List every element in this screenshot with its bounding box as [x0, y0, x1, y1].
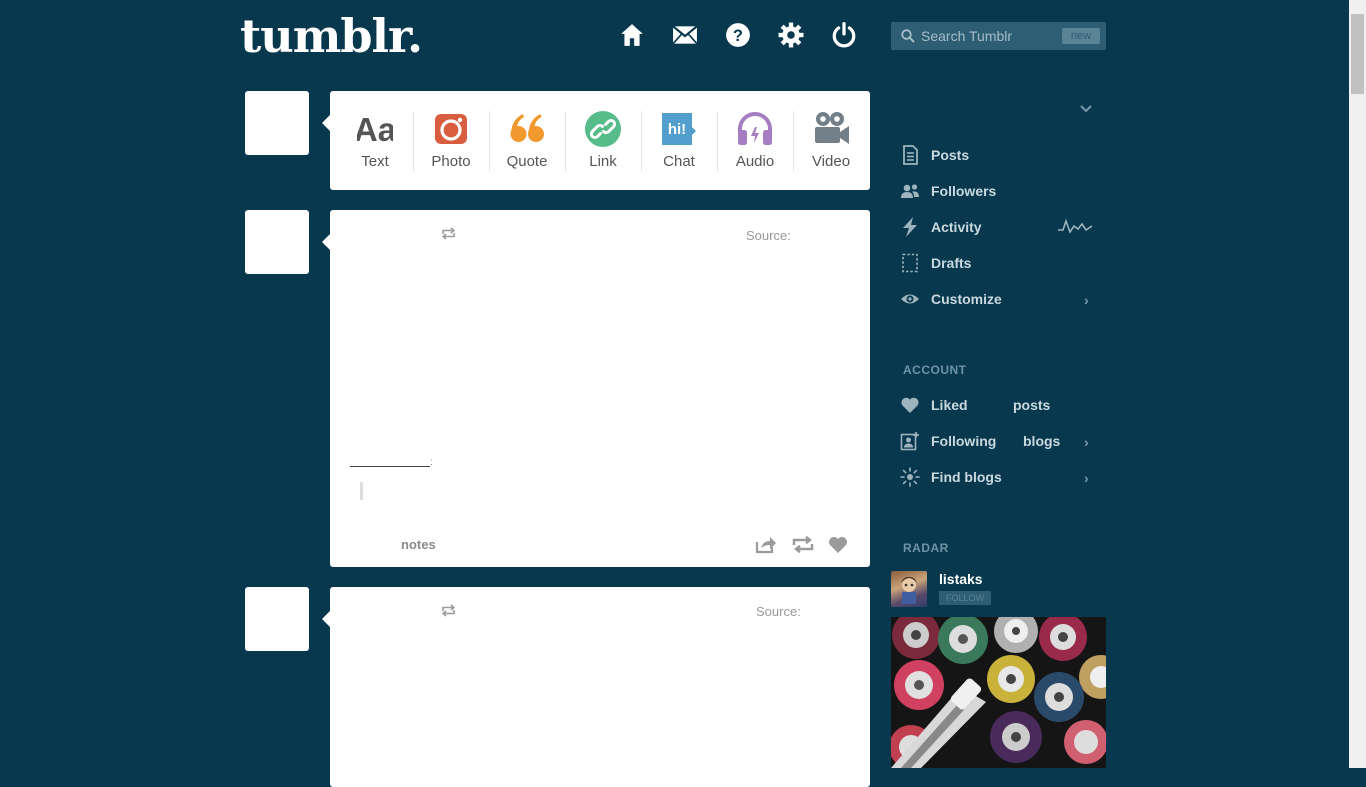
following-icon	[900, 432, 919, 451]
avatar-pointer	[322, 611, 330, 627]
help-icon[interactable]: ?	[725, 22, 753, 50]
post-type-label: Audio	[735, 153, 775, 170]
new-badge: new	[1062, 28, 1100, 44]
home-icon[interactable]	[619, 22, 647, 50]
post-card: Source:	[330, 587, 870, 787]
new-video-post-button[interactable]: Video	[793, 91, 869, 190]
scrollbar-thumb[interactable]	[1351, 14, 1364, 94]
sidebar-item-label: Drafts	[931, 255, 972, 271]
new-text-post-button[interactable]: Aa Text	[337, 91, 413, 190]
radar-post-image[interactable]	[891, 617, 1106, 768]
post-type-label: Link	[589, 153, 617, 170]
mail-icon[interactable]	[672, 22, 700, 50]
post-link-underline[interactable]	[350, 466, 430, 467]
drafts-icon	[902, 253, 918, 273]
follow-button[interactable]: FOLLOW	[939, 591, 991, 605]
post-text-colon: :	[430, 457, 433, 468]
new-quote-post-button[interactable]: Quote	[489, 91, 565, 190]
post-source-label: Source:	[756, 604, 801, 619]
camera-icon	[435, 114, 467, 144]
reblog-small-icon	[441, 227, 456, 240]
share-icon[interactable]	[755, 535, 777, 554]
post-type-label: Quote	[506, 153, 548, 170]
activity-sparkline-icon	[1058, 218, 1093, 234]
radar-blog-avatar[interactable]	[891, 571, 927, 607]
sidebar-item-posts[interactable]: Posts	[900, 140, 1100, 170]
sidebar-item-following[interactable]: Following blogs ›	[900, 426, 1100, 456]
chat-icon: hi!	[662, 113, 696, 145]
find-blogs-icon	[900, 467, 920, 487]
sidebar-item-followers[interactable]: Followers	[900, 176, 1100, 206]
sidebar-item-label: Customize	[931, 291, 1002, 307]
text-icon: Aa	[357, 111, 393, 147]
post-type-label: Video	[811, 153, 851, 170]
reblog-icon[interactable]	[792, 536, 814, 553]
post-card: Source: : notes	[330, 210, 870, 567]
svg-text:hi!: hi!	[668, 121, 686, 138]
quote-icon	[510, 114, 544, 142]
search-box[interactable]: new	[891, 22, 1106, 50]
page-scrollbar[interactable]	[1349, 0, 1366, 768]
chevron-right-icon: ›	[1084, 470, 1089, 486]
posts-icon	[903, 145, 918, 165]
post-type-bar: Aa Text Photo Quote Link hi! Chat Audio …	[330, 91, 870, 190]
reblog-small-icon	[441, 604, 456, 617]
sidebar-item-label: Followers	[931, 183, 997, 199]
post-type-label: Chat	[663, 153, 695, 170]
chevron-right-icon: ›	[1084, 434, 1089, 450]
new-photo-post-button[interactable]: Photo	[413, 91, 489, 190]
post-source-label: Source:	[746, 228, 791, 243]
power-icon[interactable]	[831, 22, 859, 50]
svg-text:Aa: Aa	[357, 111, 393, 147]
new-link-post-button[interactable]: Link	[565, 91, 641, 190]
radar-blog-name[interactable]: listaks	[939, 571, 983, 587]
post-author-avatar[interactable]	[245, 587, 309, 651]
post-type-label: Text	[361, 153, 389, 170]
new-audio-post-button[interactable]: Audio	[717, 91, 793, 190]
sidebar-item-suffix: posts	[1013, 397, 1051, 413]
like-heart-icon[interactable]	[828, 536, 848, 554]
radar-heading: RADAR	[903, 541, 949, 555]
settings-gear-icon[interactable]	[778, 22, 806, 50]
sidebar-item-label: Find blogs	[931, 469, 1002, 485]
tumblr-logo[interactable]: tumblr.	[240, 8, 423, 64]
avatar-pointer	[322, 234, 330, 250]
search-icon	[901, 29, 915, 43]
eye-icon	[901, 294, 919, 304]
post-type-label: Photo	[431, 153, 471, 170]
search-input[interactable]	[921, 22, 1051, 50]
chevron-right-icon: ›	[1084, 292, 1089, 308]
sidebar-item-find-blogs[interactable]: Find blogs ›	[900, 462, 1100, 492]
sidebar-item-label: Activity	[931, 219, 982, 235]
headphones-icon	[738, 112, 772, 145]
chevron-down-icon[interactable]	[1079, 101, 1093, 117]
sidebar-item-label: Posts	[931, 147, 970, 163]
sidebar-item-customize[interactable]: Customize ›	[900, 284, 1100, 314]
sidebar-item-activity[interactable]: Activity	[900, 212, 1100, 242]
heart-icon	[901, 397, 919, 413]
notes-count[interactable]: notes	[401, 537, 436, 552]
svg-text:?: ?	[733, 27, 743, 45]
user-avatar[interactable]	[245, 91, 309, 155]
sidebar-item-label: Liked	[931, 397, 968, 413]
followers-icon	[901, 184, 919, 198]
blockquote-bar	[360, 482, 363, 500]
video-camera-icon	[815, 112, 849, 144]
sidebar-item-suffix: blogs	[1023, 433, 1061, 449]
lightning-icon	[903, 217, 917, 237]
account-heading: ACCOUNT	[903, 363, 967, 377]
link-icon	[585, 111, 621, 147]
sidebar-item-label: Following	[931, 433, 997, 449]
avatar-pointer	[322, 115, 330, 131]
sidebar-item-liked[interactable]: Liked posts	[900, 390, 1100, 420]
sidebar-item-drafts[interactable]: Drafts	[900, 248, 1100, 278]
new-chat-post-button[interactable]: hi! Chat	[641, 91, 717, 190]
post-author-avatar[interactable]	[245, 210, 309, 274]
